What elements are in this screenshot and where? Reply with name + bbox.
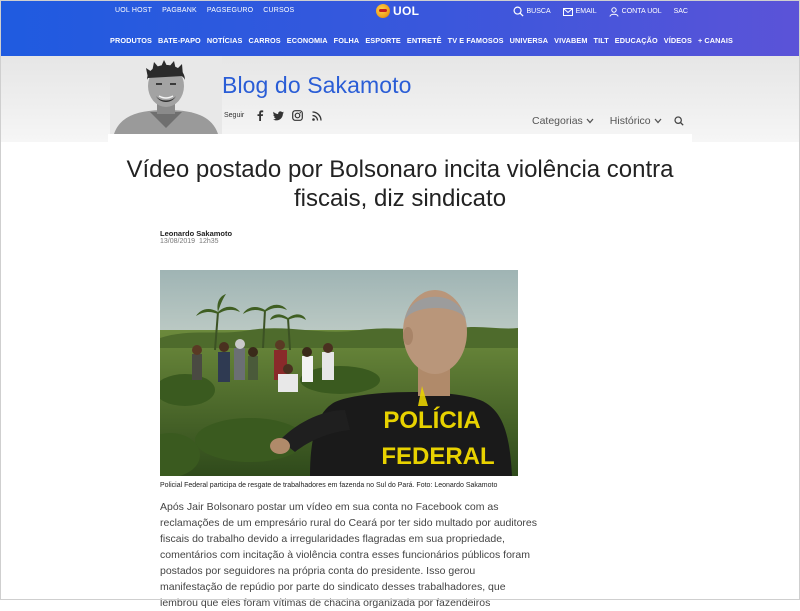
history-dropdown[interactable]: Histórico <box>610 115 662 127</box>
article-paragraph: Após Jair Bolsonaro postar um vídeo em s… <box>160 501 538 609</box>
article-headline: Vídeo postado por Bolsonaro incita violê… <box>126 156 674 212</box>
photo-caption: Policial Federal participa de resgate de… <box>160 482 498 489</box>
search-icon <box>674 116 684 126</box>
search-link[interactable]: BUSCA <box>513 6 551 17</box>
article-date: 13/08/2019 <box>160 238 196 245</box>
nav-universa[interactable]: UNIVERSA <box>510 36 549 45</box>
top-links: UOL HOST PAGBANK PAGSEGURO CURSOS <box>115 7 294 14</box>
photo-vest-text-line1: POLÍCIA <box>383 406 480 434</box>
link-pagseguro[interactable]: PAGSEGURO <box>207 7 253 14</box>
nav-noticias[interactable]: NOTÍCIAS <box>207 36 243 45</box>
categories-dropdown[interactable]: Categorias <box>532 115 594 127</box>
article-datetime: 13/08/2019 12h35 <box>160 238 219 245</box>
nav-educacao[interactable]: EDUCAÇÃO <box>615 36 658 45</box>
uol-topbar: UOL HOST PAGBANK PAGSEGURO CURSOS UOL BU… <box>0 0 800 56</box>
history-label: Histórico <box>609 115 651 127</box>
link-cursos[interactable]: CURSOS <box>263 7 294 14</box>
uol-logo[interactable]: UOL <box>376 4 419 18</box>
chevron-down-icon <box>654 118 662 124</box>
blog-menu: Categorias Histórico <box>532 115 684 127</box>
nav-esporte[interactable]: ESPORTE <box>365 36 401 45</box>
nav-entrete[interactable]: ENTRETÊ <box>407 36 442 45</box>
nav-mais-canais[interactable]: + CANAIS <box>698 36 733 45</box>
mail-icon <box>562 7 573 16</box>
link-uol-host[interactable]: UOL HOST <box>115 7 152 14</box>
categories-label: Categorias <box>532 115 583 127</box>
user-icon <box>609 6 619 17</box>
main-nav: PRODUTOS BATE-PAPO NOTÍCIAS CARROS ECONO… <box>110 36 733 45</box>
top-tools: BUSCA EMAIL CONTA UOL SAC <box>513 6 688 17</box>
twitter-icon[interactable] <box>273 110 285 121</box>
article-body: Após Jair Bolsonaro postar um vídeo em s… <box>160 499 540 611</box>
article-author[interactable]: Leonardo Sakamoto <box>160 229 232 238</box>
nav-economia[interactable]: ECONOMIA <box>287 36 328 45</box>
article-photo[interactable]: POLÍCIA FEDERAL <box>160 270 518 476</box>
instagram-icon[interactable] <box>292 110 304 121</box>
nav-tv-e-famosos[interactable]: TV E FAMOSOS <box>448 36 504 45</box>
account-label: CONTA UOL <box>621 8 662 15</box>
uol-logo-text: UOL <box>393 4 420 18</box>
account-link[interactable]: CONTA UOL <box>609 6 662 17</box>
article-time: 12h35 <box>199 238 219 245</box>
nav-videos[interactable]: VÍDEOS <box>664 36 692 45</box>
nav-carros[interactable]: CARROS <box>249 36 281 45</box>
sac-link[interactable]: SAC <box>674 8 688 15</box>
rss-icon[interactable] <box>311 110 322 121</box>
follow-bar: Seguir <box>224 110 322 121</box>
email-link[interactable]: EMAIL <box>562 7 597 16</box>
nav-vivabem[interactable]: VIVABEM <box>554 36 587 45</box>
nav-bate-papo[interactable]: BATE-PAPO <box>158 36 201 45</box>
link-pagbank[interactable]: PAGBANK <box>162 7 197 14</box>
nav-tilt[interactable]: TILT <box>594 36 609 45</box>
blog-search-button[interactable] <box>674 116 684 126</box>
email-label: EMAIL <box>575 8 597 15</box>
facebook-icon[interactable] <box>254 110 265 121</box>
nav-produtos[interactable]: PRODUTOS <box>110 36 152 45</box>
uol-logo-icon <box>376 4 390 18</box>
search-label: BUSCA <box>526 8 551 15</box>
chevron-down-icon <box>586 118 594 124</box>
author-avatar <box>110 56 222 134</box>
sac-label: SAC <box>673 8 688 15</box>
nav-folha[interactable]: FOLHA <box>334 36 360 45</box>
blog-title[interactable]: Blog do Sakamoto <box>222 72 412 99</box>
follow-label: Seguir <box>224 112 245 119</box>
search-icon <box>513 6 524 17</box>
photo-vest-text-line2: FEDERAL <box>381 443 494 470</box>
